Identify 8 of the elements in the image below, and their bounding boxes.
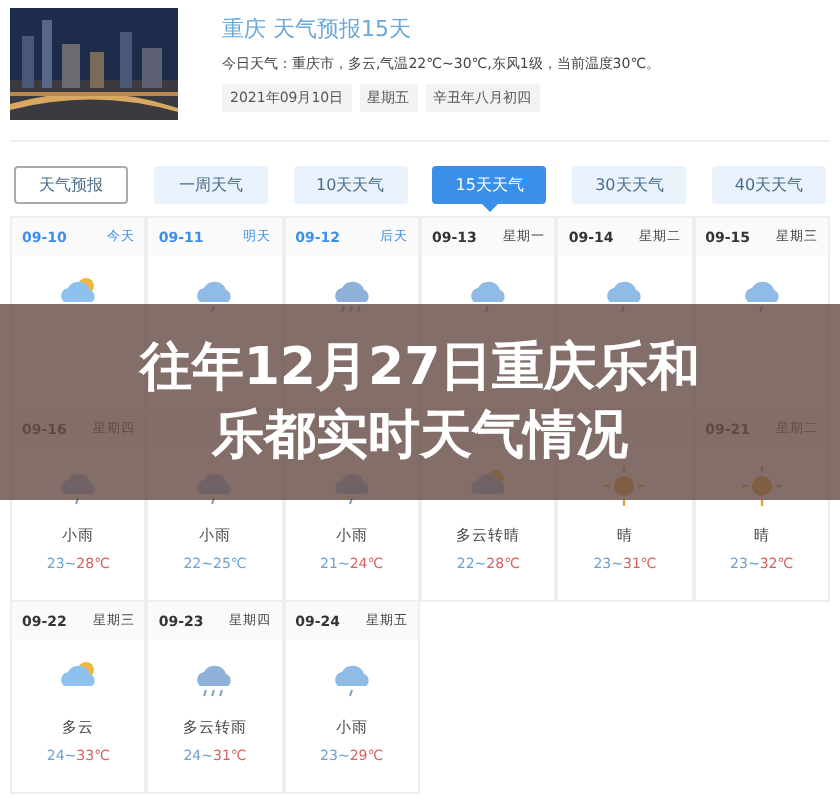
headline-text: 乐都实时天气情况 bbox=[212, 404, 628, 470]
headline-text: 往年12月27日重庆乐和 bbox=[139, 336, 701, 402]
forecast-tab[interactable]: 30天天气 bbox=[572, 166, 687, 204]
page-title: 重庆 天气预报15天 bbox=[222, 14, 413, 44]
forecast-tab[interactable]: 40天天气 bbox=[711, 166, 826, 204]
forecast-tab[interactable]: 10天天气 bbox=[293, 166, 408, 204]
forecast-tab[interactable]: 一周天气 bbox=[153, 166, 268, 204]
forecast-tab[interactable]: 天气预报 bbox=[14, 166, 128, 204]
